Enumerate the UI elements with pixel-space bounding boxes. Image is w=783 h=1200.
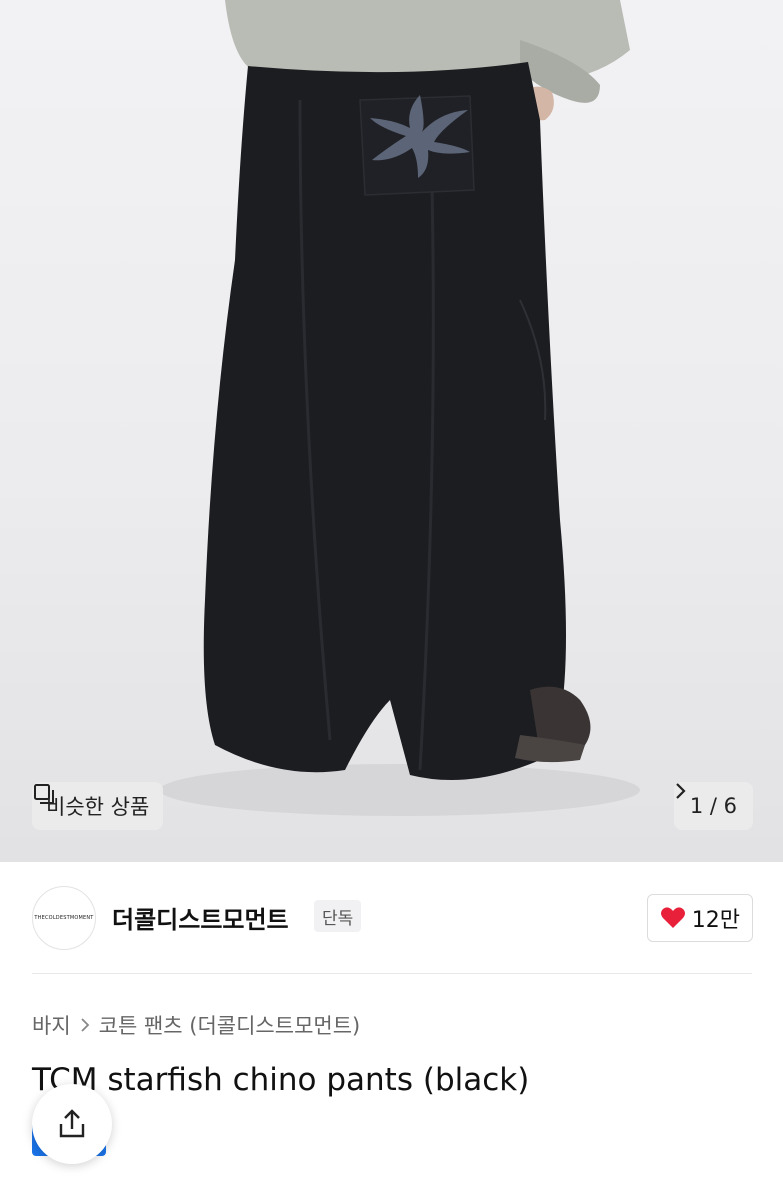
brand-row: THECOLDESTMOMENT 더콜디스트모먼트 단독 12만 [0,862,783,974]
product-photo [160,0,640,816]
breadcrumb: 바지 코튼 팬츠 (더콜디스트모먼트) [32,1010,360,1040]
share-button[interactable] [32,1084,112,1164]
brand-name[interactable]: 더콜디스트모먼트 [112,900,289,935]
similar-products-button[interactable]: 비슷한 상품 [32,782,164,830]
exclusive-badge: 단독 [314,900,362,932]
similar-products-label: 비슷한 상품 [46,795,150,819]
divider [32,973,752,974]
brand-logo-text: THECOLDESTMOMENT [34,915,94,921]
product-image[interactable]: 비슷한 상품 1 / 6 [0,0,783,862]
like-button[interactable]: 12만 [646,894,753,942]
product-title: TCM starfish chino pants (black) [32,1062,530,1098]
like-count: 12만 [691,908,740,933]
chevron-right-icon [81,1018,89,1032]
image-counter: 1 / 6 [689,794,737,818]
share-icon [59,1109,85,1138]
heart-icon [660,907,685,928]
brand-logo[interactable]: THECOLDESTMOMENT [32,886,96,950]
similar-products-icon [34,784,54,804]
breadcrumb-category[interactable]: 바지 [32,1010,71,1040]
image-counter-button[interactable]: 1 / 6 [673,782,753,830]
chevron-right-icon [676,783,686,799]
breadcrumb-subcategory[interactable]: 코튼 팬츠 (더콜디스트모먼트) [99,1010,361,1040]
